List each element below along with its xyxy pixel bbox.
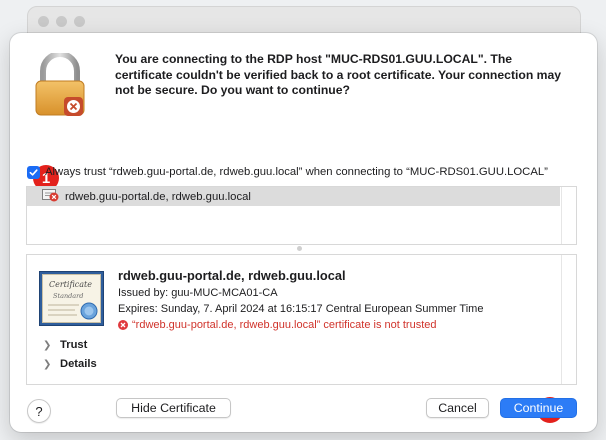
- certificate-dialog: You are connecting to the RDP host "MUC-…: [10, 33, 597, 432]
- window-controls: [38, 16, 85, 27]
- split-view-handle[interactable]: [297, 246, 302, 251]
- dialog-message: You are connecting to the RDP host "MUC-…: [115, 52, 562, 97]
- certificate-list-scrollbar[interactable]: [561, 187, 576, 244]
- details-disclosure-label: Details: [60, 358, 97, 370]
- trust-disclosure-label: Trust: [60, 339, 88, 351]
- error-icon: [118, 320, 128, 330]
- certificate-list-item[interactable]: rdweb.guu-portal.de, rdweb.guu.local: [27, 187, 560, 206]
- svg-text:Standard: Standard: [53, 292, 83, 300]
- lock-remote-desktop-icon: [32, 51, 88, 117]
- certificate-issuer: Issued by: guu-MUC-MCA01-CA: [118, 287, 278, 299]
- certificate-warning: “rdweb.guu-portal.de, rdweb.guu.local” c…: [118, 319, 437, 331]
- certificate-detail-scrollbar[interactable]: [561, 255, 576, 384]
- help-button[interactable]: ?: [27, 399, 51, 423]
- chevron-right-icon: ❯: [43, 339, 52, 351]
- always-trust-label: Always trust “rdweb.guu-portal.de, rdweb…: [45, 166, 548, 178]
- always-trust-row[interactable]: Always trust “rdweb.guu-portal.de, rdweb…: [27, 164, 587, 180]
- certificate-expiry: Expires: Sunday, 7. April 2024 at 16:15:…: [118, 303, 484, 315]
- certificate-warning-text: “rdweb.guu-portal.de, rdweb.guu.local” c…: [132, 319, 437, 331]
- cancel-button[interactable]: Cancel: [426, 398, 489, 418]
- details-disclosure[interactable]: ❯ Details: [43, 358, 97, 370]
- hide-certificate-button[interactable]: Hide Certificate: [116, 398, 231, 418]
- certificate-list[interactable]: rdweb.guu-portal.de, rdweb.guu.local: [26, 186, 577, 245]
- continue-button[interactable]: Continue: [500, 398, 577, 418]
- minimize-window-button[interactable]: [56, 16, 67, 27]
- certificate-detail-pane: Certificate Standard rdweb.guu-portal.de…: [26, 254, 577, 385]
- zoom-window-button[interactable]: [74, 16, 85, 27]
- svg-text:Certificate: Certificate: [49, 280, 92, 289]
- certificate-error-icon: [42, 188, 59, 205]
- trust-disclosure[interactable]: ❯ Trust: [43, 339, 87, 351]
- certificate-icon: Certificate Standard: [39, 271, 104, 326]
- close-window-button[interactable]: [38, 16, 49, 27]
- always-trust-checkbox[interactable]: [27, 165, 40, 179]
- chevron-right-icon: ❯: [43, 358, 52, 370]
- certificate-list-item-label: rdweb.guu-portal.de, rdweb.guu.local: [65, 190, 251, 203]
- certificate-title: rdweb.guu-portal.de, rdweb.guu.local: [118, 268, 346, 283]
- checkmark-icon: [29, 168, 38, 176]
